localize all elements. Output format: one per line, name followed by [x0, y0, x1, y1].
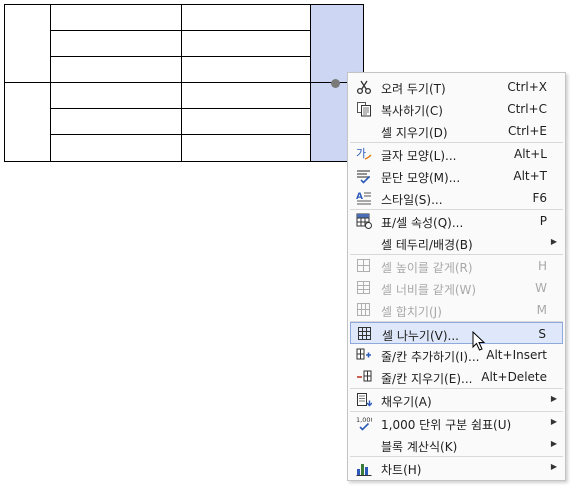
menu-item[interactable]: 블록 계산식(K) ▶: [350, 434, 563, 456]
chart-icon: [356, 460, 372, 476]
scissors-icon: [356, 79, 372, 95]
char-shape-icon: 가: [356, 146, 372, 162]
menu-item-label: 셀 지우기(D): [381, 126, 448, 140]
menu-item[interactable]: 셀 높이를 같게(R) H: [350, 255, 563, 277]
table-column-line: [50, 4, 51, 162]
menu-item-label: 채우기(A): [381, 395, 432, 409]
submenu-arrow-icon: ▶: [550, 394, 557, 403]
menu-item-label: 차트(H): [381, 463, 422, 477]
table-column-line: [181, 4, 182, 162]
table-row-line: [50, 134, 311, 135]
menu-item[interactable]: 오려 두기(T) Ctrl+X: [350, 76, 563, 98]
menu-item-shortcut: Ctrl+C: [507, 102, 547, 116]
svg-text:가: 가: [356, 147, 366, 160]
menu-item-label: 표/셀 속성(Q)...: [381, 216, 464, 230]
menu-item-label: 1,000 단위 구분 쉼표(U): [381, 418, 512, 432]
menu-item[interactable]: 셀 지우기(D) Ctrl+E: [350, 120, 563, 142]
svg-text:1,000: 1,000: [356, 416, 372, 424]
menu-item-label: 셀 너비를 같게(W): [381, 283, 477, 297]
submenu-arrow-icon: ▶: [550, 439, 557, 448]
menu-item-label: 셀 나누기(V)...: [382, 329, 459, 343]
thousand-separator-icon: 1,000: [356, 415, 375, 431]
menu-item-label: 줄/칸 추가하기(I)...: [381, 350, 480, 364]
menu-item-label: 복사하기(C): [381, 104, 443, 118]
menu-item[interactable]: 가 글자 모양(L)... Alt+L: [350, 143, 563, 165]
menu-item[interactable]: 표/셀 속성(Q)... P: [350, 210, 563, 232]
menu-item-shortcut: Alt+L: [514, 147, 547, 161]
menu-item-label: 오려 두기(T): [381, 82, 446, 96]
table-row-line: [4, 82, 364, 83]
submenu-arrow-icon: ▶: [550, 237, 557, 246]
menu-item-label: 스타일(S)...: [381, 193, 443, 207]
menu-item[interactable]: 문단 모양(M)... Alt+T: [350, 165, 563, 187]
menu-item-shortcut: P: [539, 214, 547, 228]
menu-item[interactable]: 줄/칸 지우기(E)... Alt+Delete: [350, 366, 563, 388]
merge-cells-icon: [356, 302, 372, 318]
submenu-arrow-icon: ▶: [550, 417, 557, 426]
menu-item-shortcut: Alt+Delete: [481, 370, 547, 384]
menu-item[interactable]: 1,000 1,000 단위 구분 쉼표(U) ▶: [350, 412, 563, 434]
cell-handle-dot: [331, 79, 340, 88]
menu-item-shortcut: Ctrl+E: [508, 124, 547, 138]
mouse-cursor-icon: [472, 331, 486, 351]
menu-item[interactable]: A 스타일(S)... F6: [350, 187, 563, 209]
menu-item[interactable]: 줄/칸 추가하기(I)... Alt+Insert: [350, 344, 563, 366]
fill-icon: [356, 392, 373, 408]
delete-row-col-icon: [356, 369, 372, 385]
menu-item-label: 글자 모양(L)...: [381, 149, 457, 163]
menu-item-shortcut: S: [538, 327, 546, 341]
paragraph-shape-icon: [356, 168, 372, 184]
table-props-icon: [356, 213, 372, 229]
context-menu: 오려 두기(T) Ctrl+X 복사하기(C) Ctrl+C 셀 지우기(D) Ctrl+…: [347, 72, 566, 481]
split-cells-icon: [357, 326, 373, 342]
menu-item-shortcut: Alt+T: [513, 169, 547, 183]
menu-item[interactable]: 셀 나누기(V)... S: [350, 322, 563, 344]
menu-item[interactable]: 차트(H) ▶: [350, 457, 563, 479]
menu-item-label: 줄/칸 지우기(E)...: [381, 372, 473, 386]
menu-item[interactable]: 셀 합치기(J) M: [350, 299, 563, 321]
menu-item-shortcut: Alt+Insert: [486, 348, 547, 362]
menu-item-shortcut: M: [536, 303, 547, 317]
menu-item-shortcut: H: [537, 259, 547, 273]
menu-item[interactable]: 셀 테두리/배경(B) ▶: [350, 232, 563, 254]
style-icon: A: [356, 190, 372, 206]
table-row-line: [50, 108, 311, 109]
menu-item-shortcut: Ctrl+X: [507, 80, 547, 94]
menu-item-label: 문단 모양(M)...: [381, 171, 461, 185]
submenu-arrow-icon: ▶: [550, 462, 557, 471]
table-column-line: [310, 4, 311, 162]
equal-width-icon: [356, 280, 372, 296]
menu-item-shortcut: F6: [532, 191, 547, 205]
menu-item-label: 셀 합치기(J): [381, 305, 442, 319]
table-row-line: [50, 56, 311, 57]
menu-item-shortcut: W: [535, 281, 547, 295]
table-row-line: [50, 30, 311, 31]
menu-item-label: 셀 테두리/배경(B): [381, 238, 473, 252]
copy-icon: [356, 101, 372, 117]
menu-item[interactable]: 셀 너비를 같게(W) W: [350, 277, 563, 299]
insert-row-col-icon: [356, 347, 372, 363]
menu-item[interactable]: 복사하기(C) Ctrl+C: [350, 98, 563, 120]
menu-item-label: 셀 높이를 같게(R): [381, 261, 473, 275]
menu-item-label: 블록 계산식(K): [381, 440, 458, 454]
equal-height-icon: [356, 258, 372, 274]
menu-item[interactable]: 채우기(A) ▶: [350, 389, 563, 411]
